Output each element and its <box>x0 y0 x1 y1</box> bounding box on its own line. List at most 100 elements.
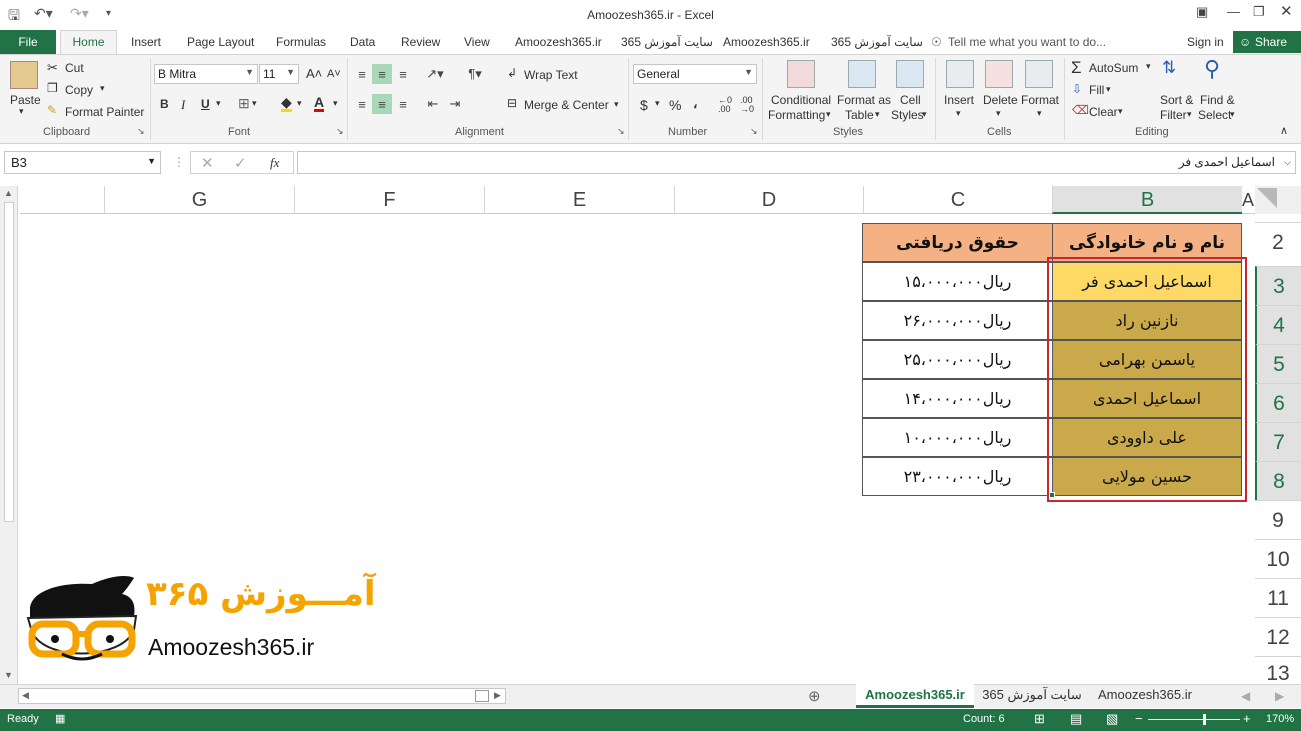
scroll-right-icon[interactable]: ▶ <box>494 690 501 701</box>
salary-cell[interactable]: ۲۵،۰۰۰،۰۰۰ریال <box>862 340 1053 379</box>
row-header-8[interactable]: 8 <box>1255 461 1301 500</box>
formula-input[interactable]: اسماعیل احمدی فر ⌵ <box>297 151 1296 174</box>
salary-cell[interactable]: ۱۴،۰۰۰،۰۰۰ریال <box>862 379 1053 418</box>
col-header-f[interactable]: F <box>294 186 484 214</box>
align-right-icon[interactable]: ≡ <box>394 94 412 114</box>
row-header-10[interactable]: 10 <box>1255 539 1301 578</box>
copy-button[interactable]: Copy <box>65 83 93 97</box>
alignment-launcher-icon[interactable]: ↘ <box>617 126 625 137</box>
salary-cell[interactable]: ۲۳،۰۰۰،۰۰۰ریال <box>862 457 1053 496</box>
col-header-c[interactable]: C <box>863 186 1052 214</box>
percent-button[interactable]: % <box>669 97 681 113</box>
conditional-dropdown-icon[interactable]: ▾ <box>826 109 831 120</box>
macro-record-icon[interactable]: ▦ <box>55 712 65 725</box>
scroll-down-icon[interactable]: ▼ <box>4 670 13 680</box>
sheet-tab-active[interactable]: Amoozesh365.ir <box>856 684 974 708</box>
page-layout-view-icon[interactable]: ▤ <box>1070 711 1082 727</box>
salary-cell[interactable]: ۲۶،۰۰۰،۰۰۰ریال <box>862 301 1053 340</box>
format-cells-button[interactable]: Format <box>1021 93 1059 107</box>
row-header-12[interactable]: 12 <box>1255 617 1301 656</box>
row-header-5[interactable]: 5 <box>1255 344 1301 383</box>
insert-function-button[interactable]: fx <box>270 155 279 171</box>
sort-dropdown-icon[interactable]: ▾ <box>1187 109 1192 120</box>
cancel-icon[interactable]: ✕ <box>201 154 214 172</box>
bold-button[interactable]: B <box>160 97 169 111</box>
share-button[interactable]: ☺ Share <box>1233 31 1301 53</box>
page-break-view-icon[interactable]: ▧ <box>1106 711 1118 727</box>
zoom-slider-track[interactable] <box>1148 719 1240 720</box>
font-color-icon[interactable]: A <box>314 95 325 112</box>
sort-filter-button-line2[interactable]: Filter <box>1160 108 1187 122</box>
horizontal-scrollbar[interactable]: ◀ ▶ <box>18 688 506 704</box>
number-launcher-icon[interactable]: ↘ <box>750 126 758 137</box>
tab-data[interactable]: Data <box>350 35 375 49</box>
align-left-icon[interactable]: ≡ <box>353 94 371 114</box>
font-size-box[interactable]: 11 ▼ <box>259 64 299 84</box>
row-header-9[interactable]: 9 <box>1255 500 1301 539</box>
middle-align-icon[interactable]: ≡ <box>372 64 392 84</box>
insert-dropdown-icon[interactable]: ▾ <box>956 108 961 119</box>
clear-dropdown-icon[interactable]: ▾ <box>1118 106 1123 117</box>
zoom-in-icon[interactable]: + <box>1243 711 1251 726</box>
fill-handle[interactable] <box>1049 492 1055 498</box>
rtl-direction-icon[interactable]: ¶▾ <box>464 64 486 84</box>
vertical-scrollbar[interactable]: ▲ ▼ <box>0 186 18 684</box>
autosum-button[interactable]: AutoSum <box>1089 61 1138 75</box>
paste-icon[interactable] <box>10 61 38 89</box>
borders-icon[interactable]: ⊞ <box>238 95 250 112</box>
row-header-6[interactable]: 6 <box>1255 383 1301 422</box>
tab-review[interactable]: Review <box>401 35 440 49</box>
hscroll-thumb[interactable] <box>475 690 489 702</box>
shrink-font-icon[interactable]: A˅ <box>327 68 341 80</box>
underline-dropdown-icon[interactable]: ▾ <box>216 98 221 109</box>
font-name-box[interactable]: B Mitra ▼ <box>154 64 258 84</box>
tab-view[interactable]: View <box>464 35 490 49</box>
zoom-slider-thumb[interactable] <box>1203 714 1206 725</box>
tell-me-box[interactable]: Tell me what you want to do... <box>948 35 1106 49</box>
underline-button[interactable]: U <box>201 97 210 111</box>
zoom-out-icon[interactable]: − <box>1135 711 1143 726</box>
tab-home[interactable]: Home <box>60 30 117 55</box>
row-header-3[interactable]: 3 <box>1255 266 1301 305</box>
collapse-ribbon-icon[interactable]: ∧ <box>1280 124 1288 137</box>
sheet-nav-prev-icon[interactable]: ◀ <box>1241 689 1250 703</box>
autosum-dropdown-icon[interactable]: ▾ <box>1146 61 1151 72</box>
find-select-button-line2[interactable]: Select <box>1198 108 1231 122</box>
borders-dropdown-icon[interactable]: ▾ <box>252 98 257 109</box>
row-header-4[interactable]: 4 <box>1255 305 1301 344</box>
row-header-7[interactable]: 7 <box>1255 422 1301 461</box>
enter-icon[interactable]: ✓ <box>234 154 247 172</box>
find-dropdown-icon[interactable]: ▾ <box>1230 109 1235 120</box>
salary-cell[interactable]: ۱۰،۰۰۰،۰۰۰ریال <box>862 418 1053 457</box>
tab-insert[interactable]: Insert <box>131 35 161 49</box>
close-icon[interactable]: ✕ <box>1280 2 1293 20</box>
format-as-table-button-line2[interactable]: Table <box>845 108 874 122</box>
number-format-box[interactable]: General ▼ <box>633 64 757 84</box>
sign-in-link[interactable]: Sign in <box>1187 35 1224 49</box>
select-all-corner[interactable] <box>1255 186 1301 214</box>
col-header-e[interactable]: E <box>484 186 674 214</box>
paste-button[interactable]: Paste <box>10 93 41 107</box>
col-header-g[interactable]: G <box>104 186 294 214</box>
grow-font-icon[interactable]: A˄ <box>306 66 322 81</box>
conditional-formatting-button-line2[interactable]: Formatting <box>768 108 825 122</box>
cell-styles-dropdown-icon[interactable]: ▾ <box>922 109 927 120</box>
normal-view-icon[interactable]: ⊞ <box>1034 711 1045 727</box>
scroll-left-icon[interactable]: ◀ <box>22 690 29 701</box>
insert-cells-button[interactable]: Insert <box>944 93 974 107</box>
salary-cell[interactable]: ۱۵،۰۰۰،۰۰۰ریال <box>862 262 1053 301</box>
format-dropdown-icon[interactable]: ▾ <box>1037 108 1042 119</box>
col-header-a[interactable]: A <box>1242 186 1255 214</box>
scroll-up-icon[interactable]: ▲ <box>4 188 13 198</box>
comma-button[interactable]: ، <box>693 95 698 112</box>
tab-file[interactable]: File <box>0 30 56 54</box>
delete-dropdown-icon[interactable]: ▾ <box>996 108 1001 119</box>
format-table-dropdown-icon[interactable]: ▾ <box>875 109 880 120</box>
col-header-d[interactable]: D <box>674 186 863 214</box>
find-select-button[interactable]: Find & <box>1200 93 1235 107</box>
merge-center-button[interactable]: Merge & Center <box>524 98 609 112</box>
currency-dropdown-icon[interactable]: ▾ <box>655 98 660 109</box>
sheet-tab[interactable]: Amoozesh365.ir <box>1090 684 1200 708</box>
top-align-icon[interactable]: ≡ <box>353 64 371 84</box>
bottom-align-icon[interactable]: ≡ <box>394 64 412 84</box>
